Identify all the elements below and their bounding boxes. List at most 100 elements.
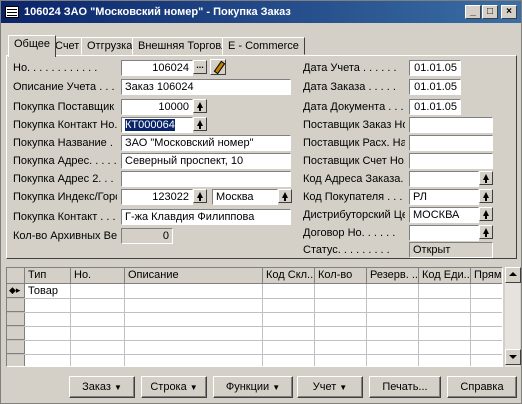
column-header-uom-code[interactable]: Код Еди...	[419, 268, 471, 284]
contract-lookup-icon[interactable]	[479, 225, 493, 239]
cell-reserved[interactable]	[370, 285, 418, 298]
address2-field[interactable]	[121, 171, 291, 187]
responsibility-center-field[interactable]: МОСКВА	[409, 207, 479, 223]
purchase-order-window: 106024 ЗАО "Московский номер" - Покупка …	[0, 0, 522, 404]
description-field[interactable]: Заказ 106024	[121, 79, 291, 95]
cell-drop-shipment[interactable]	[474, 285, 502, 298]
vendor-label: Покупка Поставщик ...	[13, 101, 117, 113]
column-header-location-code[interactable]: Код Скл...	[263, 268, 315, 284]
status-label: Статус. . . . . . . . .	[303, 244, 390, 256]
scroll-down-button[interactable]	[505, 349, 521, 365]
contract-no-label: Договор Но. . . . . .	[303, 227, 396, 239]
row-selector[interactable]	[7, 340, 25, 354]
order-date-label: Дата Заказа . . . . .	[303, 81, 396, 93]
responsibility-center-label: Дистрибуторский Це...	[303, 209, 405, 221]
vendor-order-no-field[interactable]	[409, 117, 493, 133]
vendor-order-no-label: Поставщик Заказ Но. .	[303, 119, 405, 131]
assist-edit-button[interactable]: ...	[193, 60, 207, 74]
cell-location-code[interactable]	[266, 285, 314, 298]
dropdown-arrow-icon: ▼	[189, 383, 198, 392]
grid-vertical-scrollbar[interactable]	[504, 267, 521, 367]
responsibility-center-lookup-icon[interactable]	[479, 207, 493, 221]
dropdown-arrow-icon: ▼	[113, 383, 122, 392]
vendor-invoice-no-field[interactable]	[409, 153, 493, 169]
row-selector-current[interactable]: ◆▸	[7, 284, 25, 298]
column-divider	[418, 284, 419, 366]
print-button[interactable]: Печать...	[369, 376, 441, 398]
row-selector[interactable]	[7, 326, 25, 340]
row-divider	[7, 340, 502, 341]
city-lookup-icon[interactable]	[278, 189, 292, 203]
postcode-label: Покупка Индекс/Город.	[13, 191, 117, 203]
column-header-no[interactable]: Но.	[71, 268, 125, 284]
posting-date-field[interactable]: 01.01.05	[409, 60, 461, 76]
contact-no-value: КТ000064	[125, 119, 175, 131]
column-divider	[314, 284, 315, 366]
scroll-up-button[interactable]	[505, 267, 521, 283]
dropdown-arrow-icon: ▼	[339, 383, 348, 392]
contract-no-field[interactable]	[409, 225, 479, 241]
tab-general[interactable]: Общее	[8, 35, 57, 57]
tab-e-commerce[interactable]: E - Commerce	[222, 37, 305, 55]
order-address-code-field[interactable]	[409, 171, 479, 187]
postcode-field[interactable]: 123022	[121, 189, 193, 205]
cell-uom-code[interactable]	[422, 285, 470, 298]
no-label: Но. . . . . . . . . . . .	[13, 62, 98, 74]
row-selector[interactable]	[7, 354, 25, 366]
row-divider	[7, 312, 502, 313]
arrow-up-icon	[509, 272, 517, 276]
order-address-lookup-icon[interactable]	[479, 171, 493, 185]
row-divider	[7, 298, 502, 299]
no-field[interactable]: 106024	[121, 60, 193, 76]
vendor-invoice-no-label: Поставщик Счет Но. . .	[303, 155, 405, 167]
column-header-drop-shipment[interactable]: Прямая	[471, 268, 502, 284]
vendor-shipment-no-field[interactable]	[409, 135, 493, 151]
postcode-lookup-icon[interactable]	[193, 189, 207, 203]
tab-shipping[interactable]: Отгрузка	[81, 37, 139, 55]
city-field[interactable]: Москва	[212, 189, 278, 205]
purchaser-lookup-icon[interactable]	[479, 189, 493, 203]
contact-no-lookup-icon[interactable]	[193, 117, 207, 131]
column-header-description[interactable]: Описание	[125, 268, 263, 284]
purchase-lines-grid[interactable]: Тип Но. Описание Код Скл... Кол-во Резер…	[6, 267, 503, 367]
column-header-quantity[interactable]: Кол-во	[315, 268, 367, 284]
column-divider	[262, 284, 263, 366]
title-bar[interactable]: 106024 ЗАО "Московский номер" - Покупка …	[1, 1, 521, 23]
column-header-reserved[interactable]: Резерв. ...	[367, 268, 419, 284]
column-header-type[interactable]: Тип	[25, 268, 71, 284]
close-button[interactable]: ×	[501, 5, 517, 19]
cell-no[interactable]	[74, 285, 124, 298]
vendor-lookup-icon[interactable]	[193, 99, 207, 113]
pencil-icon[interactable]	[210, 59, 226, 75]
window-title: 106024 ЗАО "Московский номер" - Покупка …	[24, 6, 291, 18]
maximize-button[interactable]: □	[482, 5, 498, 19]
contact-no-field[interactable]: КТ000064	[121, 117, 193, 133]
posting-menu-button[interactable]: Учет ▼	[297, 376, 363, 398]
cell-quantity[interactable]	[318, 285, 366, 298]
description-label: Описание Учета . . . .	[13, 81, 117, 93]
order-menu-button[interactable]: Заказ ▼	[69, 376, 135, 398]
form-icon	[5, 6, 19, 18]
name-field[interactable]: ЗАО "Московский номер"	[121, 135, 291, 151]
address-field[interactable]: Северный проспект, 10	[121, 153, 291, 169]
row-selector[interactable]	[7, 312, 25, 326]
line-menu-button[interactable]: Строка ▼	[141, 376, 207, 398]
cell-type[interactable]: Товар	[28, 285, 70, 298]
contact-label: Покупка Контакт . . .	[13, 211, 116, 223]
document-date-label: Дата Документа . . . .	[303, 101, 405, 113]
vendor-field[interactable]: 10000	[121, 99, 193, 115]
row-selector[interactable]	[7, 298, 25, 312]
functions-menu-button[interactable]: Функции ▼	[213, 376, 293, 398]
order-date-field[interactable]: 01.01.05	[409, 79, 461, 95]
posting-menu-label: Учет	[312, 381, 337, 393]
order-menu-label: Заказ	[82, 381, 111, 393]
help-button[interactable]: Справка	[447, 376, 517, 398]
contact-field[interactable]: Г-жа Клавдия Филиппова	[121, 209, 291, 225]
document-date-field[interactable]: 01.01.05	[409, 99, 461, 115]
row-divider	[7, 354, 502, 355]
name-label: Покупка Название . . .	[13, 137, 117, 149]
cell-description[interactable]	[128, 285, 262, 298]
column-divider	[70, 284, 71, 366]
purchaser-code-field[interactable]: РЛ	[409, 189, 479, 205]
minimize-button[interactable]: _	[465, 5, 481, 19]
